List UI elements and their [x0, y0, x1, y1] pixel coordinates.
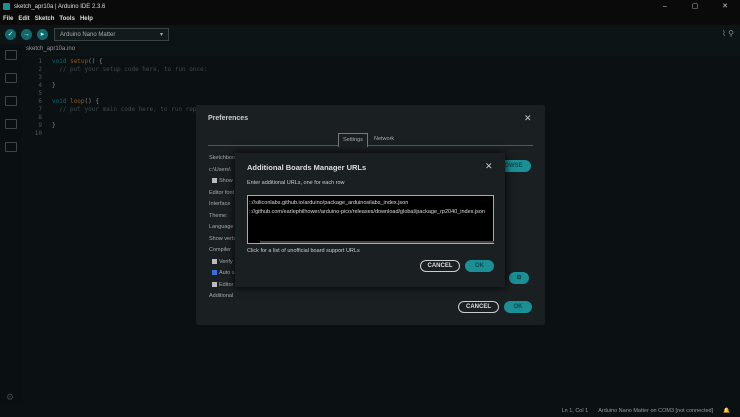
cursor-position: Ln 1, Col 1: [561, 408, 589, 414]
tab-network[interactable]: Network: [370, 133, 398, 145]
line-number: 2: [38, 65, 42, 73]
maximize-button[interactable]: ▢: [680, 0, 710, 13]
setting-label: Sketchbook: [209, 155, 237, 161]
line-number: 6: [38, 98, 42, 106]
checkbox[interactable]: [212, 281, 217, 287]
checkbox[interactable]: [212, 270, 217, 276]
verify-button[interactable]: ✓: [5, 29, 16, 40]
setting-label: Show: [209, 176, 237, 188]
urls-textarea[interactable]: :://siliconlabs.github.io/arduino/packag…: [247, 195, 494, 244]
setting-label: Additional: [209, 293, 234, 299]
board-status: Arduino Nano Matter on COM3 [not connect…: [598, 408, 714, 414]
app-icon: [3, 3, 10, 10]
menu-help[interactable]: Help: [80, 16, 93, 22]
close-window-button[interactable]: ✕: [710, 0, 740, 13]
checkbox[interactable]: [212, 178, 217, 184]
keyword: void: [52, 98, 67, 106]
tab-sketch[interactable]: sketch_apr10a.ino: [22, 44, 80, 54]
dialog-description: Enter additional URLs, one for each row: [247, 180, 345, 186]
checkbox-label: Auto s: [219, 270, 235, 276]
search-icon[interactable]: [5, 142, 17, 152]
code-text: }: [52, 122, 56, 130]
menu-file[interactable]: File: [3, 16, 13, 22]
setting-label: Verify: [209, 257, 237, 269]
code-text: () {: [84, 98, 99, 106]
line-number: 4: [38, 81, 42, 89]
ok-button[interactable]: OK: [504, 301, 532, 313]
setting-label: Language: [209, 224, 234, 230]
horizontal-scrollbar[interactable]: [260, 241, 494, 243]
upload-button[interactable]: →: [21, 29, 32, 40]
code-line: 2 // put your setup code here, to run on…: [22, 65, 740, 73]
chevron-down-icon: ▾: [159, 32, 163, 38]
menu-bar: File Edit Sketch Tools Help: [0, 13, 740, 25]
checkbox-label: Show: [219, 178, 233, 184]
line-number: 3: [38, 73, 42, 81]
board-selector[interactable]: Arduino Nano Matter ▾: [54, 28, 169, 41]
serial-plotter-icon[interactable]: ⌇: [722, 29, 726, 38]
keyword: void: [52, 57, 67, 65]
line-number: 9: [38, 122, 42, 130]
code-text: () {: [88, 57, 103, 65]
line-number: 5: [38, 89, 42, 97]
preferences-title: Preferences: [208, 115, 249, 122]
code-text: }: [52, 81, 56, 89]
status-bar: Ln 1, Col 1 Arduino Nano Matter on COM3 …: [0, 405, 740, 417]
line-number: 7: [38, 106, 42, 114]
title-bar: sketch_apr10a | Arduino IDE 2.3.6 – ▢ ✕: [0, 0, 740, 13]
boards-manager-icon[interactable]: [5, 73, 17, 83]
line-number: 1: [38, 57, 42, 65]
checkbox-label: Editor: [219, 281, 234, 288]
setting-label: Show verb: [209, 235, 235, 242]
menu-tools[interactable]: Tools: [59, 16, 75, 22]
checkbox-label: Verify: [219, 258, 233, 265]
setting-label: Auto s: [209, 268, 237, 280]
comment: // put your setup code here, to run once…: [52, 65, 208, 73]
close-icon[interactable]: ✕: [524, 113, 532, 124]
function-name: setup: [70, 57, 89, 65]
window-title: sketch_apr10a | Arduino IDE 2.3.6: [14, 3, 106, 10]
sidebar: [0, 44, 22, 405]
code-line: 3: [22, 73, 740, 81]
setting-label: Theme:: [209, 212, 228, 219]
unofficial-urls-link[interactable]: Click for a list of unofficial board sup…: [247, 248, 360, 254]
toolbar: ✓ → ▸ Arduino Nano Matter ▾: [0, 25, 740, 44]
additional-urls-dialog: Additional Boards Manager URLs ✕ Enter a…: [235, 153, 505, 287]
code-line: 1 void setup() {: [22, 57, 740, 65]
close-icon[interactable]: ✕: [485, 161, 493, 172]
setting-label: c:\Users\: [209, 166, 231, 173]
edit-urls-button[interactable]: ⧉: [509, 272, 529, 284]
notification-icon[interactable]: 🔔: [723, 408, 730, 414]
tab-settings[interactable]: Settings: [338, 133, 368, 147]
dialog-title: Additional Boards Manager URLs: [247, 163, 367, 172]
sketchbook-icon[interactable]: [5, 50, 17, 60]
settings-gear-icon[interactable]: ⚙: [6, 392, 14, 403]
cancel-button[interactable]: CANCEL: [458, 301, 499, 313]
library-manager-icon[interactable]: [5, 96, 17, 106]
cancel-button[interactable]: CANCEL: [420, 260, 460, 272]
board-name: Arduino Nano Matter: [60, 31, 116, 38]
tab-bar: sketch_apr10a.ino: [22, 44, 740, 56]
setting-label: Interface: [209, 201, 231, 207]
comment: // put your main code here, to run repea…: [52, 106, 208, 114]
checkbox[interactable]: [212, 258, 217, 264]
setting-label: Editor font: [209, 189, 235, 196]
ok-button[interactable]: OK: [465, 260, 494, 272]
code-line: 4}: [22, 81, 740, 89]
menu-edit[interactable]: Edit: [18, 16, 29, 22]
serial-monitor-icon[interactable]: ⚲: [728, 29, 734, 38]
setting-label: Compiler: [209, 247, 232, 253]
code-line: 5: [22, 89, 740, 97]
debug-icon[interactable]: [5, 119, 17, 129]
minimize-button[interactable]: –: [650, 0, 680, 13]
setting-label: Editor: [209, 280, 237, 292]
debug-button[interactable]: ▸: [37, 29, 48, 40]
function-name: loop: [70, 98, 85, 106]
line-number: 10: [34, 130, 42, 138]
menu-sketch[interactable]: Sketch: [35, 16, 55, 22]
line-number: 8: [38, 114, 42, 122]
